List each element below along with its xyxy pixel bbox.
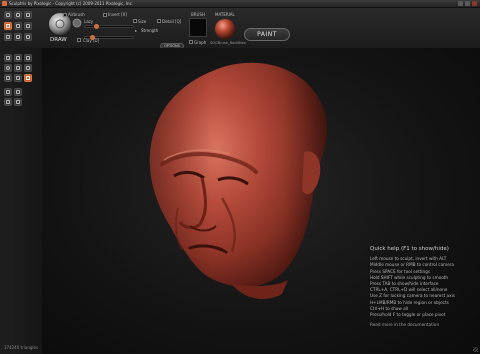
app-icon: [2, 1, 7, 6]
size-label: Size: [138, 19, 147, 24]
resize-grip-icon[interactable]: [473, 347, 478, 352]
tool-button-draw-active[interactable]: [4, 22, 12, 30]
mode-label: DRAW: [50, 37, 67, 43]
tool-button-2[interactable]: [14, 11, 22, 19]
help-line: Press/hold F to toggle or place pivot: [370, 312, 446, 318]
open-button[interactable]: [24, 64, 32, 72]
view-button-3[interactable]: [4, 98, 12, 106]
tool-button-6[interactable]: [24, 22, 32, 30]
tool-button-3[interactable]: [24, 11, 32, 19]
new-plane-button[interactable]: [14, 64, 22, 72]
wireframe-button[interactable]: [14, 54, 22, 62]
new-sphere-button[interactable]: [4, 64, 12, 72]
material-sphere-icon[interactable]: [214, 18, 236, 40]
size-slider[interactable]: [84, 24, 134, 29]
invert-checkbox[interactable]: [103, 13, 107, 17]
tool-button-5[interactable]: [14, 22, 22, 30]
quick-help-panel: Quick help (F1 to show/hide) Left mouse …: [370, 246, 478, 328]
clay-label: Clay [D]: [83, 38, 100, 43]
maximize-icon[interactable]: [465, 1, 470, 6]
view-button-4[interactable]: [14, 98, 22, 106]
grid-button[interactable]: [24, 54, 32, 62]
invert-label: Invert [X]: [108, 12, 127, 17]
brush-preview[interactable]: [189, 18, 207, 37]
paint-button[interactable]: PAINT: [244, 28, 290, 41]
close-icon[interactable]: [472, 1, 477, 6]
top-toolbar: DRAW Airbrush Invert [X] Lazy Size Detai…: [0, 8, 480, 49]
tool-button-1[interactable]: [4, 11, 12, 19]
detail-label: Detail [Q]: [162, 19, 182, 24]
material-name: SOCBrush_Red4Hex: [210, 41, 246, 45]
view-button-1[interactable]: [4, 88, 12, 96]
strength-label: Strength: [141, 28, 159, 33]
lazy-checkbox[interactable]: [133, 19, 137, 23]
quick-help-title: Quick help (F1 to show/hide): [370, 246, 449, 252]
tool-button-8[interactable]: [14, 33, 22, 41]
stroke-circle-icon[interactable]: [72, 18, 82, 28]
tool-button-9[interactable]: [24, 33, 32, 41]
view-button-2[interactable]: [14, 88, 22, 96]
symmetry-button[interactable]: [4, 54, 12, 62]
minimize-icon[interactable]: [458, 1, 463, 6]
graph-label: Graph: [194, 40, 207, 45]
documentation-link[interactable]: Read more in the documentation: [370, 322, 478, 328]
export-button[interactable]: [24, 74, 32, 82]
brush-label: BRUSH: [191, 12, 205, 17]
lazy-label: Lazy: [84, 19, 94, 24]
save-button[interactable]: [4, 74, 12, 82]
detail-checkbox[interactable]: [157, 19, 161, 23]
triangle-count: 374240 triangles: [4, 345, 39, 350]
window-title: Sculptris by Pixologic - Copyright (c) 2…: [9, 1, 134, 6]
airbrush-label: Airbrush: [68, 12, 85, 17]
import-button[interactable]: [14, 74, 22, 82]
title-bar: Sculptris by Pixologic - Copyright (c) 2…: [0, 0, 480, 8]
airbrush-checkbox[interactable]: [63, 13, 67, 17]
graph-checkbox[interactable]: [189, 40, 193, 44]
tool-button-7[interactable]: [4, 33, 12, 41]
material-label: MATERIAL: [215, 12, 235, 17]
sculpt-viewport[interactable]: Quick help (F1 to show/hide) Left mouse …: [42, 48, 480, 354]
left-tool-panel: [0, 48, 42, 354]
size-slider-knob[interactable]: [94, 24, 99, 29]
clay-checkbox[interactable]: [77, 38, 81, 42]
strength-arrow-icon: ▸: [135, 28, 138, 33]
